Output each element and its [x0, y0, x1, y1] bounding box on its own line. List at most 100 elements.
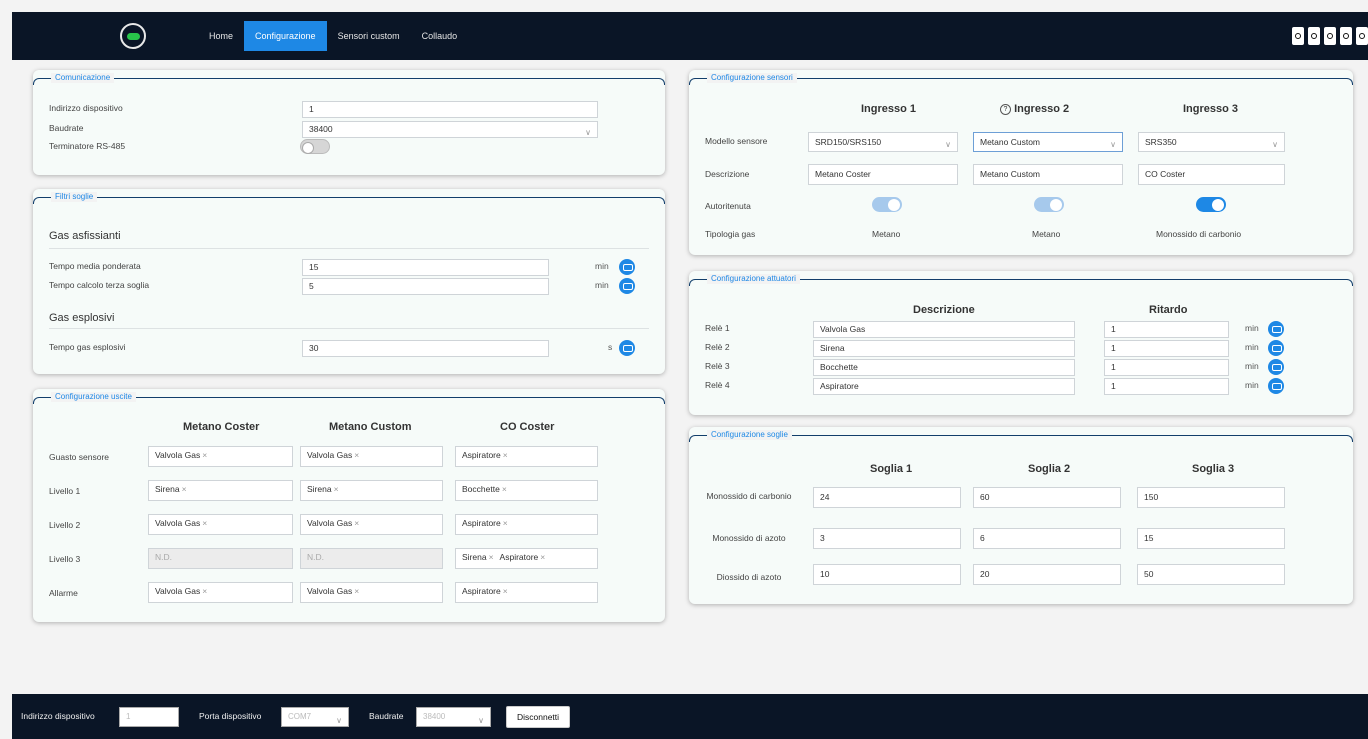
terza-label: Tempo calcolo terza soglia — [49, 280, 150, 290]
settings-icon[interactable] — [1308, 27, 1320, 45]
media-input[interactable]: 15 — [302, 259, 549, 276]
uscita-multiselect[interactable]: Valvola Gas × — [148, 514, 293, 535]
rele-descrizione-input[interactable]: Sirena — [813, 340, 1075, 357]
remove-tag-icon[interactable]: × — [354, 586, 359, 596]
bottom-port-label: Porta dispositivo — [199, 711, 262, 721]
disconnect-button[interactable]: Disconnetti — [506, 706, 571, 728]
autoritenuta-toggle-1[interactable] — [872, 197, 902, 212]
soglia-input[interactable]: 10 — [813, 564, 961, 585]
help-icon[interactable]: ? — [1000, 104, 1011, 115]
panel-title: Filtri soglie — [51, 192, 98, 202]
descrizione-input-3[interactable]: CO Coster — [1138, 164, 1285, 185]
panel-title: Comunicazione — [51, 73, 115, 83]
nav-configurazione[interactable]: Configurazione — [244, 21, 327, 51]
reset-icon[interactable] — [1268, 321, 1284, 337]
reset-icon[interactable] — [619, 278, 635, 294]
main-nav: Home Configurazione Sensori custom Colla… — [198, 21, 468, 51]
rele-ritardo-input[interactable]: 1 — [1104, 378, 1229, 395]
uscita-multiselect[interactable]: Valvola Gas × — [148, 582, 293, 603]
esplosivi-input[interactable]: 30 — [302, 340, 549, 357]
remove-tag-icon[interactable]: × — [540, 552, 545, 562]
terminator-toggle[interactable] — [300, 139, 330, 154]
rele-ritardo-input[interactable]: 1 — [1104, 359, 1229, 376]
uscita-row-label: Guasto sensore — [49, 452, 110, 462]
clock-icon[interactable] — [1324, 27, 1336, 45]
uscita-multiselect[interactable]: Valvola Gas × — [148, 446, 293, 467]
uscita-multiselect[interactable]: Valvola Gas × — [300, 446, 443, 467]
soglia-input[interactable]: 15 — [1137, 528, 1285, 549]
nav-collaudo[interactable]: Collaudo — [411, 21, 469, 51]
soglia-input[interactable]: 6 — [973, 528, 1121, 549]
soglia-input[interactable]: 50 — [1137, 564, 1285, 585]
col-header-ritardo: Ritardo — [1149, 304, 1188, 316]
uscita-multiselect[interactable]: Aspiratore × — [455, 514, 598, 535]
soglia-input[interactable]: 60 — [973, 487, 1121, 508]
modello-select-1[interactable]: SRD150/SRS150 ∨ — [808, 132, 958, 152]
uscita-multiselect[interactable]: Valvola Gas × — [300, 582, 443, 603]
nav-sensori-custom[interactable]: Sensori custom — [327, 21, 411, 51]
rele-descrizione-input[interactable]: Valvola Gas — [813, 321, 1075, 338]
soglia-input[interactable]: 150 — [1137, 487, 1285, 508]
uscita-multiselect[interactable]: Sirena × — [148, 480, 293, 501]
col-header: Metano Custom — [329, 421, 412, 433]
uscita-multiselect[interactable]: Sirena × Aspiratore × — [455, 548, 598, 569]
uscita-multiselect[interactable]: N.D. — [300, 548, 443, 569]
output-tag: Sirena × — [307, 484, 339, 494]
remove-tag-icon[interactable]: × — [182, 484, 187, 494]
address-input[interactable]: 1 — [302, 101, 598, 118]
address-label: Indirizzo dispositivo — [49, 103, 123, 113]
modello-select-2[interactable]: Metano Custom ∨ — [973, 132, 1123, 152]
autoritenuta-toggle-3[interactable] — [1196, 197, 1226, 212]
reset-icon[interactable] — [1268, 340, 1284, 356]
bottom-port-select[interactable]: COM7 ∨ — [281, 707, 349, 727]
esplosivi-unit: s — [608, 342, 613, 352]
descrizione-input-1[interactable]: Metano Coster — [808, 164, 958, 185]
rele-descrizione-input[interactable]: Aspiratore — [813, 378, 1075, 395]
bottom-address-input[interactable]: 1 — [119, 707, 179, 727]
panel-filtri-soglie: Filtri soglie Gas asfissianti Tempo medi… — [33, 189, 665, 374]
remove-tag-icon[interactable]: × — [503, 450, 508, 460]
bottom-baud-select[interactable]: 38400 ∨ — [416, 707, 491, 727]
soglia-input[interactable]: 3 — [813, 528, 961, 549]
remove-tag-icon[interactable]: × — [202, 518, 207, 528]
remove-tag-icon[interactable]: × — [502, 484, 507, 494]
soglia-row-label: Monossido di azoto — [712, 533, 786, 543]
autoritenuta-label: Autoritenuta — [705, 201, 751, 211]
remove-tag-icon[interactable]: × — [354, 518, 359, 528]
rele-ritardo-input[interactable]: 1 — [1104, 321, 1229, 338]
remove-tag-icon[interactable]: × — [334, 484, 339, 494]
reset-icon[interactable] — [619, 259, 635, 275]
chevron-down-icon: ∨ — [945, 140, 951, 149]
remove-tag-icon[interactable]: × — [503, 586, 508, 596]
rele-descrizione-input[interactable]: Bocchette — [813, 359, 1075, 376]
uscita-multiselect[interactable]: Sirena × — [300, 480, 443, 501]
uscita-multiselect[interactable]: Valvola Gas × — [300, 514, 443, 535]
fullscreen-icon[interactable] — [1340, 27, 1352, 45]
reset-icon[interactable] — [619, 340, 635, 356]
rele-ritardo-input[interactable]: 1 — [1104, 340, 1229, 357]
soglia-input[interactable]: 20 — [973, 564, 1121, 585]
uscita-multiselect[interactable]: N.D. — [148, 548, 293, 569]
remove-tag-icon[interactable]: × — [354, 450, 359, 460]
modello-select-3[interactable]: SRS350 ∨ — [1138, 132, 1285, 152]
reset-icon[interactable] — [1268, 378, 1284, 394]
reset-icon[interactable] — [1268, 359, 1284, 375]
logout-icon[interactable] — [1292, 27, 1304, 45]
autoritenuta-toggle-2[interactable] — [1034, 197, 1064, 212]
uscita-multiselect[interactable]: Aspiratore × — [455, 582, 598, 603]
close-icon[interactable] — [1356, 27, 1368, 45]
soglia-input[interactable]: 24 — [813, 487, 961, 508]
uscita-multiselect[interactable]: Bocchette × — [455, 480, 598, 501]
remove-tag-icon[interactable]: × — [489, 552, 494, 562]
terza-input[interactable]: 5 — [302, 278, 549, 295]
remove-tag-icon[interactable]: × — [202, 450, 207, 460]
remove-tag-icon[interactable]: × — [503, 518, 508, 528]
uscita-multiselect[interactable]: Aspiratore × — [455, 446, 598, 467]
bottom-baud-label: Baudrate — [369, 711, 404, 721]
output-tag: Aspiratore × — [462, 518, 508, 528]
baudrate-select[interactable]: 38400 ∨ — [302, 121, 598, 138]
nav-home[interactable]: Home — [198, 21, 244, 51]
remove-tag-icon[interactable]: × — [202, 586, 207, 596]
window-controls — [1292, 27, 1368, 45]
descrizione-input-2[interactable]: Metano Custom — [973, 164, 1123, 185]
